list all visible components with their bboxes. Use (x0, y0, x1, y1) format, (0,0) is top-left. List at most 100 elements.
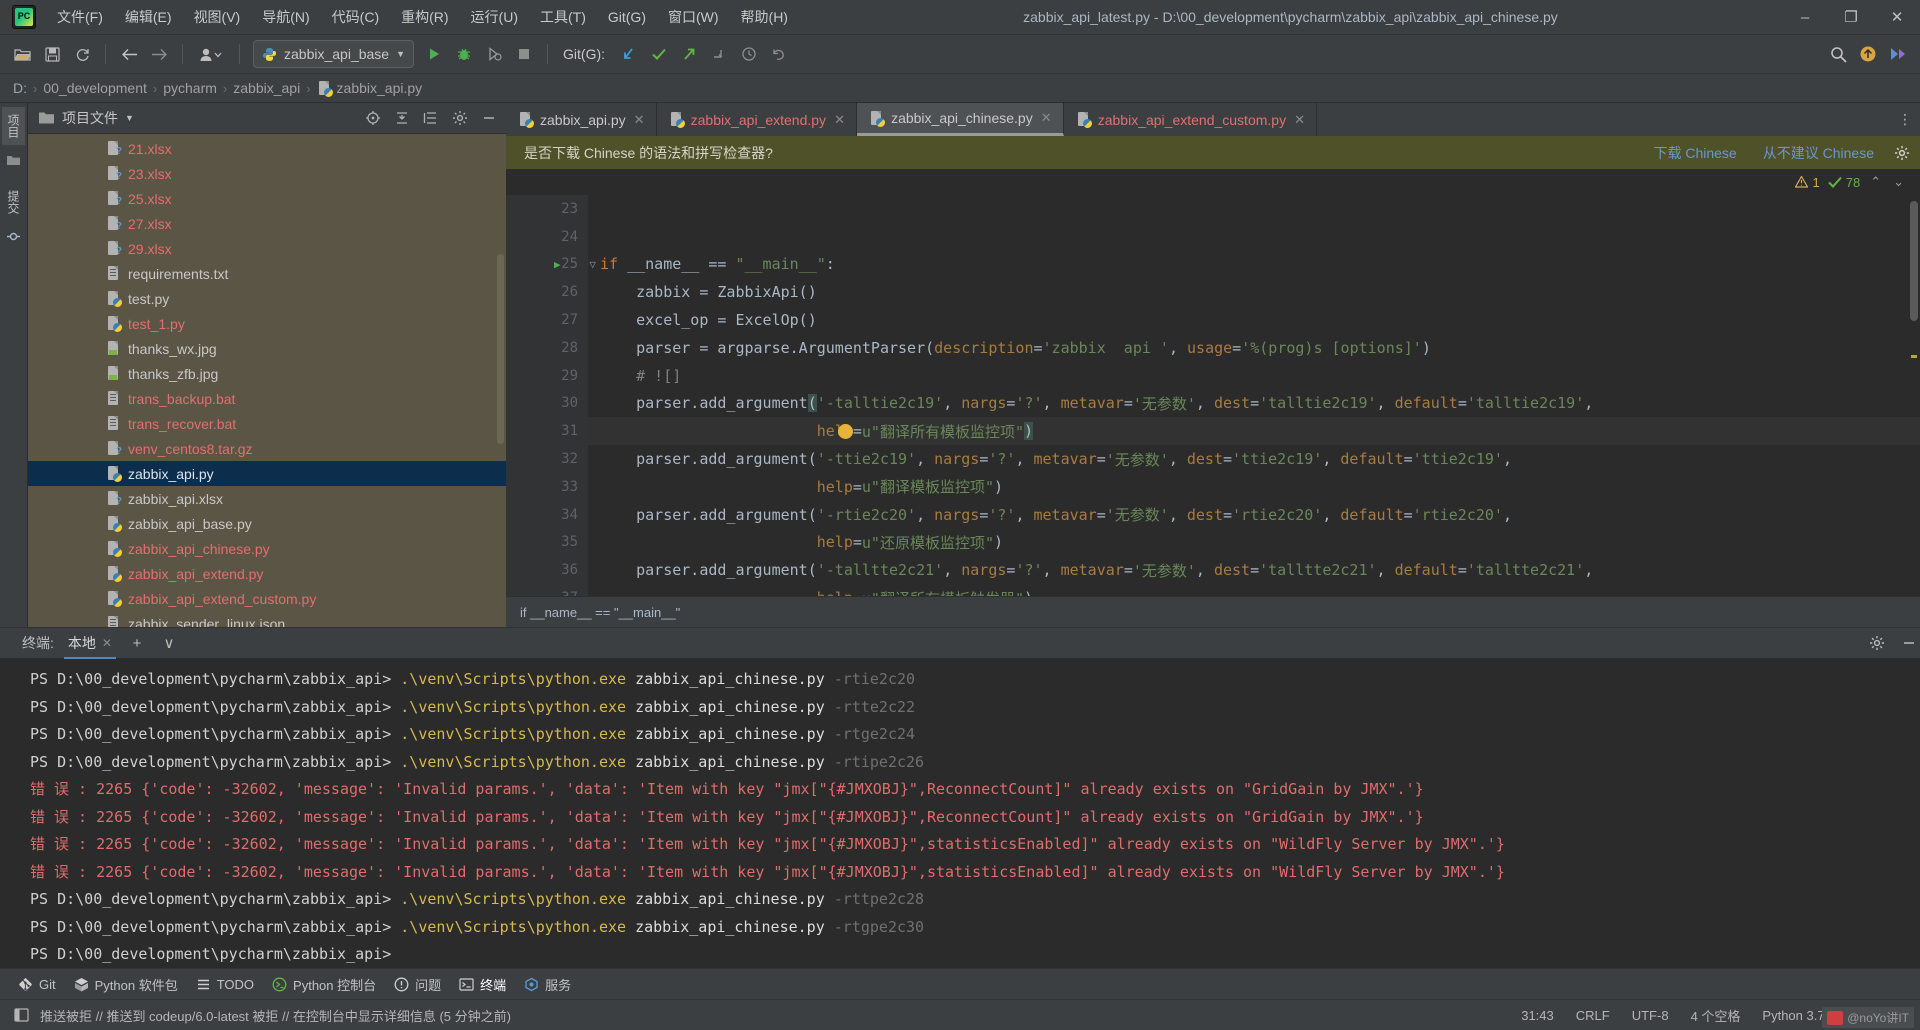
menu-view[interactable]: 视图(V) (183, 3, 252, 31)
debug-button[interactable] (450, 41, 478, 67)
tree-item-file[interactable]: test.py (28, 286, 506, 311)
menu-navigate[interactable]: 导航(N) (251, 3, 320, 31)
gutter-line[interactable]: 30 (506, 390, 588, 418)
menu-tools[interactable]: 工具(T) (529, 3, 597, 31)
open-folder-icon[interactable] (8, 41, 36, 67)
tree-item-file[interactable]: ? 21.xlsx (28, 136, 506, 161)
code-line[interactable]: # ![] (588, 362, 1920, 390)
structure-icon[interactable] (6, 228, 22, 244)
editor-tab[interactable]: zabbix_api_extend_custom.py ✕ (1064, 103, 1318, 136)
git-revert-icon[interactable] (765, 41, 793, 67)
tree-item-file[interactable]: requirements.txt (28, 261, 506, 286)
code-line[interactable]: parser.add_argument('-talltte2c21', narg… (588, 556, 1920, 584)
editor-tab[interactable]: zabbix_api_chinese.py ✕ (857, 103, 1064, 136)
code-line[interactable]: help = u"还原模板监控项") (588, 529, 1920, 557)
gutter-line[interactable]: 33 (506, 473, 588, 501)
close-icon[interactable]: ✕ (633, 112, 646, 128)
code-line[interactable] (588, 223, 1920, 251)
line-separator[interactable]: CRLF (1565, 1008, 1621, 1023)
indent-setting[interactable]: 4 个空格 (1680, 1006, 1752, 1025)
tree-item-file[interactable]: ? 25.xlsx (28, 186, 506, 211)
back-arrow-icon[interactable] (115, 41, 143, 67)
show-tool-windows-icon[interactable] (14, 1008, 40, 1022)
menu-edit[interactable]: 编辑(E) (114, 3, 183, 31)
tool-window-button-Git[interactable]: Git (14, 977, 70, 992)
editor-gutter[interactable]: 232425▶▽26272829303132333435363738 (506, 195, 596, 596)
gutter-line[interactable]: 36 (506, 556, 588, 584)
tree-item-file[interactable]: zabbix_api_base.py (28, 511, 506, 536)
stop-button[interactable] (510, 41, 538, 67)
gutter-line[interactable]: 35 (506, 529, 588, 557)
chevron-down-icon[interactable]: ⌄ (1891, 174, 1906, 190)
gutter-line[interactable]: 31 (506, 417, 588, 445)
code-line[interactable]: parser = argparse.ArgumentParser(descrip… (588, 334, 1920, 362)
chevron-down-icon[interactable]: ▼ (125, 113, 134, 123)
tool-window-button-终端[interactable]: 终端 (455, 975, 520, 994)
tree-item-file[interactable]: thanks_zfb.jpg (28, 361, 506, 386)
collapse-all-icon[interactable] (391, 107, 413, 129)
sidebar-tab-project[interactable]: 项目 (2, 107, 25, 145)
gutter-line[interactable]: 29 (506, 362, 588, 390)
new-terminal-session-button[interactable]: + (126, 632, 148, 654)
git-pull-icon[interactable] (705, 41, 733, 67)
chevron-up-icon[interactable]: ⌃ (1868, 174, 1883, 190)
menu-help[interactable]: 帮助(H) (730, 3, 799, 31)
expand-all-icon[interactable] (420, 107, 442, 129)
warning-count-badge[interactable]: 1 (1795, 175, 1820, 190)
terminal-sessions-dropdown[interactable]: ∨ (158, 632, 180, 654)
terminal-output[interactable]: PS D:\00_development\pycharm\zabbix_api>… (0, 658, 1920, 968)
maximize-button[interactable]: ❐ (1828, 0, 1874, 34)
close-icon[interactable]: ✕ (1293, 112, 1306, 128)
git-history-icon[interactable] (735, 41, 763, 67)
menu-window[interactable]: 窗口(W) (657, 3, 730, 31)
project-settings-gear-icon[interactable] (449, 107, 471, 129)
project-tree-scrollbar[interactable] (497, 254, 504, 444)
menu-code[interactable]: 代码(C) (321, 3, 390, 31)
search-icon[interactable] (1824, 41, 1852, 67)
codewithme-icon[interactable] (1884, 41, 1912, 67)
menu-file[interactable]: 文件(F) (46, 3, 114, 31)
code-editor[interactable]: 232425▶▽26272829303132333435363738 if __… (506, 195, 1920, 596)
breadcrumb-item-pycharm[interactable]: pycharm (160, 79, 220, 97)
terminal-tab-local[interactable]: 本地 ✕ (63, 628, 116, 659)
run-coverage-button[interactable] (480, 41, 508, 67)
tree-item-file[interactable]: ? 23.xlsx (28, 161, 506, 186)
code-line[interactable]: help=u"翻译所有模板触发器") (588, 584, 1920, 596)
tree-item-file[interactable]: ? zabbix_api.xlsx (28, 486, 506, 511)
project-file-tree[interactable]: ? 21.xlsx? 23.xlsx? 25.xlsx? 27.xlsx? 29.xlsx… (28, 134, 506, 627)
caret-position[interactable]: 31:43 (1510, 1008, 1565, 1023)
gutter-line[interactable]: 27 (506, 306, 588, 334)
forward-arrow-icon[interactable] (145, 41, 173, 67)
gutter-line[interactable]: 24 (506, 223, 588, 251)
close-button[interactable]: ✕ (1874, 0, 1920, 34)
tree-item-file[interactable]: zabbix_api.py (28, 461, 506, 486)
run-configuration-selector[interactable]: zabbix_api_base ▼ (253, 40, 415, 68)
tree-item-file[interactable]: zabbix_api_chinese.py (28, 536, 506, 561)
code-line[interactable]: if __name__ == "__main__": (588, 251, 1920, 279)
banner-never-link[interactable]: 从不建议 Chinese (1763, 143, 1874, 163)
status-message[interactable]: 推送被拒 // 推送到 codeup/6.0-latest 被拒 // 在控制台… (40, 1006, 1510, 1025)
tool-window-button-服务[interactable]: 服务 (520, 975, 585, 994)
sidebar-tab-commit[interactable]: 提交 (2, 183, 25, 221)
code-line[interactable]: parser.add_argument('-ttie2c19', nargs = '… (588, 445, 1920, 473)
editor-marker-warning[interactable] (1911, 355, 1917, 358)
git-commit-icon[interactable] (645, 41, 673, 67)
close-icon[interactable]: ✕ (102, 636, 112, 650)
editor-tab[interactable]: zabbix_api_extend.py ✕ (657, 103, 858, 136)
run-button[interactable] (420, 41, 448, 67)
tool-window-button-问题[interactable]: 问题 (390, 975, 455, 994)
code-line[interactable]: parser.add_argument('-rtie2c20', nargs = '… (588, 501, 1920, 529)
intention-bulb-icon[interactable] (838, 423, 853, 439)
code-line[interactable]: help = u"翻译所有模板监控项") (588, 417, 1920, 446)
terminal-settings-gear-icon[interactable] (1866, 632, 1888, 654)
tree-item-file[interactable]: zabbix_api_extend_custom.py (28, 586, 506, 611)
gutter-line[interactable]: 26 (506, 278, 588, 306)
tree-item-file[interactable]: trans_backup.bat (28, 386, 506, 411)
updates-available-icon[interactable] (1854, 41, 1882, 67)
tree-item-file[interactable]: zabbix_api_extend.py (28, 561, 506, 586)
file-encoding[interactable]: UTF-8 (1621, 1008, 1680, 1023)
tree-item-file[interactable]: ? 27.xlsx (28, 211, 506, 236)
tree-item-file[interactable]: test_1.py (28, 311, 506, 336)
minimize-button[interactable]: – (1782, 0, 1828, 34)
editor-code-area[interactable]: if __name__ == "__main__": zabbix = Zabb… (588, 195, 1920, 596)
